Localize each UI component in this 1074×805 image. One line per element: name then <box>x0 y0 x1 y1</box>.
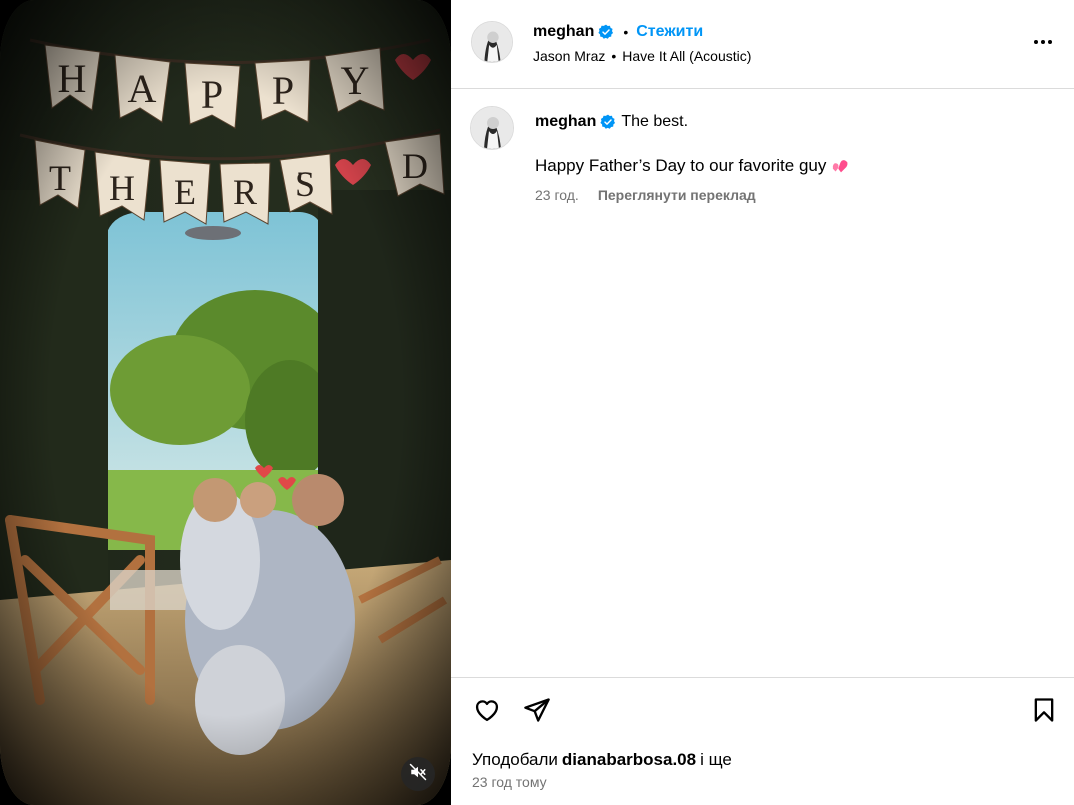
svg-text:H: H <box>109 168 135 208</box>
post-time-ago[interactable]: 23 год тому <box>472 774 547 792</box>
speaker-muted-icon <box>409 763 427 786</box>
likes-suffix[interactable]: і ще <box>700 750 732 770</box>
save-button[interactable] <box>1028 696 1060 728</box>
caption-author-avatar[interactable] <box>470 106 514 150</box>
caption-body-row: Happy Father’s Day to our favorite guy <box>535 155 850 177</box>
likes-summary: Уподобали dianabarbosa.08 і ще <box>472 749 732 771</box>
like-button[interactable] <box>471 696 503 728</box>
music-artist[interactable]: Jason Mraz <box>533 48 605 64</box>
caption-body: Happy Father’s Day to our favorite guy <box>535 156 827 175</box>
svg-text:P: P <box>272 68 294 113</box>
svg-text:R: R <box>233 172 257 212</box>
caption-meta: 23 год. Переглянути переклад <box>535 186 756 204</box>
heart-outline-icon <box>473 696 501 729</box>
paper-plane-icon <box>523 696 551 729</box>
svg-text:S: S <box>295 164 315 204</box>
music-info[interactable]: Jason Mraz • Have It All (Acoustic) <box>533 47 751 65</box>
more-horizontal-icon <box>1034 40 1038 44</box>
svg-text:A: A <box>128 66 157 111</box>
post-media[interactable]: H A P P Y T H E R ' S D <box>0 0 451 805</box>
svg-text:T: T <box>49 158 71 198</box>
music-separator: • <box>611 48 617 64</box>
likes-prefix: Уподобали <box>472 750 558 769</box>
caption-time[interactable]: 23 год. <box>535 187 579 203</box>
more-dot <box>1041 40 1045 44</box>
liked-by-user[interactable]: dianabarbosa.08 <box>562 750 696 770</box>
svg-text:Y: Y <box>341 58 370 103</box>
more-options-button[interactable] <box>1030 32 1056 52</box>
svg-text:D: D <box>402 146 428 186</box>
post-side-panel: meghan • Стежити Jason Mraz • Have It Al… <box>451 0 1074 805</box>
svg-text:H: H <box>58 56 87 101</box>
more-dot <box>1048 40 1052 44</box>
caption-author-username[interactable]: meghan <box>535 113 596 131</box>
caption-header: meghan The best. <box>535 111 688 133</box>
svg-text:E: E <box>174 172 196 212</box>
music-track[interactable]: Have It All (Acoustic) <box>622 48 751 64</box>
post-header: meghan • Стежити Jason Mraz • Have It Al… <box>451 0 1074 89</box>
post-photo: H A P P Y T H E R ' S D <box>0 0 451 805</box>
header-separator: • <box>623 24 629 40</box>
caption-headline: The best. <box>621 113 689 130</box>
header-title-row: meghan • Стежити <box>533 21 703 43</box>
verified-badge-icon <box>600 114 616 130</box>
two-hearts-emoji <box>832 158 850 174</box>
post-actions: Уподобали dianabarbosa.08 і ще 23 год то… <box>451 677 1074 805</box>
mute-button[interactable] <box>401 757 435 791</box>
see-translation-button[interactable]: Переглянути переклад <box>598 187 756 203</box>
author-username[interactable]: meghan <box>533 23 594 41</box>
verified-badge-icon <box>598 24 614 40</box>
author-avatar[interactable] <box>471 21 513 63</box>
share-button[interactable] <box>521 696 553 728</box>
father-day-photo: H A P P Y T H E R ' S D <box>0 0 451 805</box>
follow-button[interactable]: Стежити <box>636 23 703 41</box>
bookmark-outline-icon <box>1030 696 1058 729</box>
svg-text:P: P <box>201 72 223 117</box>
